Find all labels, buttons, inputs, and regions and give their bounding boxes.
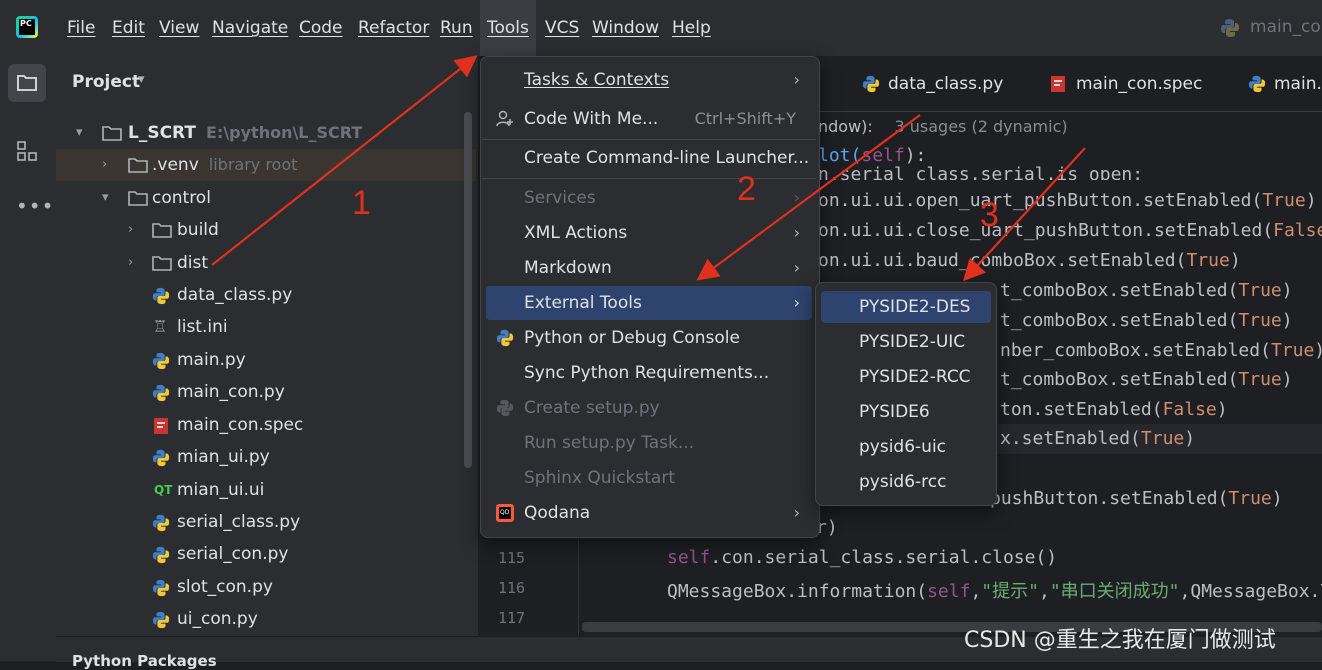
annotation-number-1: 1 — [352, 184, 371, 222]
annotation-number-3: 3 — [980, 196, 999, 234]
arrow-1 — [211, 55, 478, 266]
annotation-arrows — [211, 55, 1086, 282]
watermark: CSDN @重生之我在厦门做测试 — [964, 628, 1276, 653]
annotation-number-2: 2 — [737, 170, 756, 208]
arrow-2 — [696, 114, 921, 281]
